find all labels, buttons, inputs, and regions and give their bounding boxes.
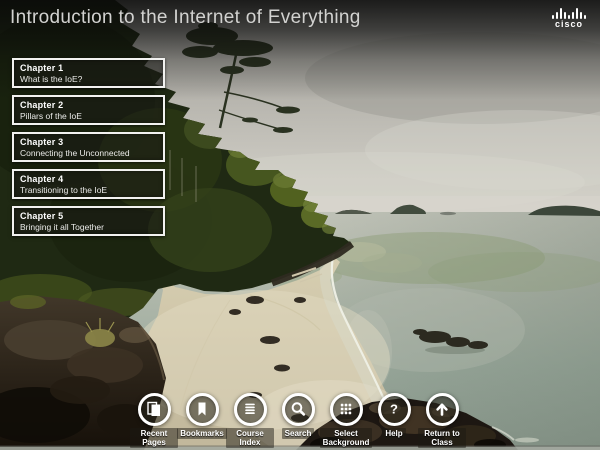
- bookmark-icon: [186, 393, 219, 426]
- svg-text:?: ?: [390, 402, 398, 417]
- cisco-wordmark: cisco: [549, 20, 589, 29]
- chapter-title: Chapter 5: [20, 211, 157, 222]
- chapter-title: Chapter 4: [20, 174, 157, 185]
- chapter-menu: Chapter 1 What is the IoE? Chapter 2 Pil…: [12, 58, 165, 243]
- chapter-subtitle: Connecting the Unconnected: [20, 148, 157, 158]
- course-title: Introduction to the Internet of Everythi…: [10, 7, 361, 29]
- nav-label: Bookmarks: [177, 428, 227, 439]
- chapter-5-button[interactable]: Chapter 5 Bringing it all Together: [12, 206, 165, 236]
- nav-label: Search: [282, 428, 315, 439]
- arrow-up-icon: [426, 393, 459, 426]
- recent-pages-icon: [138, 393, 171, 426]
- chapter-3-button[interactable]: Chapter 3 Connecting the Unconnected: [12, 132, 165, 162]
- chapter-1-button[interactable]: Chapter 1 What is the IoE?: [12, 58, 165, 88]
- chapter-4-button[interactable]: Chapter 4 Transitioning to the IoE: [12, 169, 165, 199]
- cisco-logo: cisco: [549, 7, 589, 29]
- cisco-bridge-icon: [549, 7, 589, 19]
- question-mark-icon: ?: [378, 393, 411, 426]
- chapter-subtitle: Transitioning to the IoE: [20, 185, 157, 195]
- recent-pages-button[interactable]: Recent Pages: [130, 393, 178, 448]
- chapter-title: Chapter 2: [20, 100, 157, 111]
- select-background-button[interactable]: Select Background: [322, 393, 370, 448]
- nav-label: Help: [382, 428, 405, 439]
- chapter-2-button[interactable]: Chapter 2 Pillars of the IoE: [12, 95, 165, 125]
- search-button[interactable]: Search: [274, 393, 322, 448]
- chapter-subtitle: Bringing it all Together: [20, 222, 157, 232]
- nav-label: Select Background: [320, 428, 373, 448]
- bookmarks-button[interactable]: Bookmarks: [178, 393, 226, 448]
- nav-label: Course Index: [226, 428, 274, 448]
- bottom-toolbar: Recent Pages Bookmarks Course Index: [130, 393, 466, 448]
- chapter-title: Chapter 3: [20, 137, 157, 148]
- course-index-button[interactable]: Course Index: [226, 393, 274, 448]
- chapter-subtitle: Pillars of the IoE: [20, 111, 157, 121]
- course-launcher-window: Introduction to the Internet of Everythi…: [0, 0, 600, 450]
- return-to-class-button[interactable]: Return to Class: [418, 393, 466, 448]
- search-icon: [282, 393, 315, 426]
- list-lines-icon: [234, 393, 267, 426]
- chapter-subtitle: What is the IoE?: [20, 74, 157, 84]
- help-button[interactable]: ? Help: [370, 393, 418, 448]
- nav-label: Return to Class: [418, 428, 466, 448]
- chapter-title: Chapter 1: [20, 63, 157, 74]
- dot-grid-icon: [330, 393, 363, 426]
- nav-label: Recent Pages: [130, 428, 178, 448]
